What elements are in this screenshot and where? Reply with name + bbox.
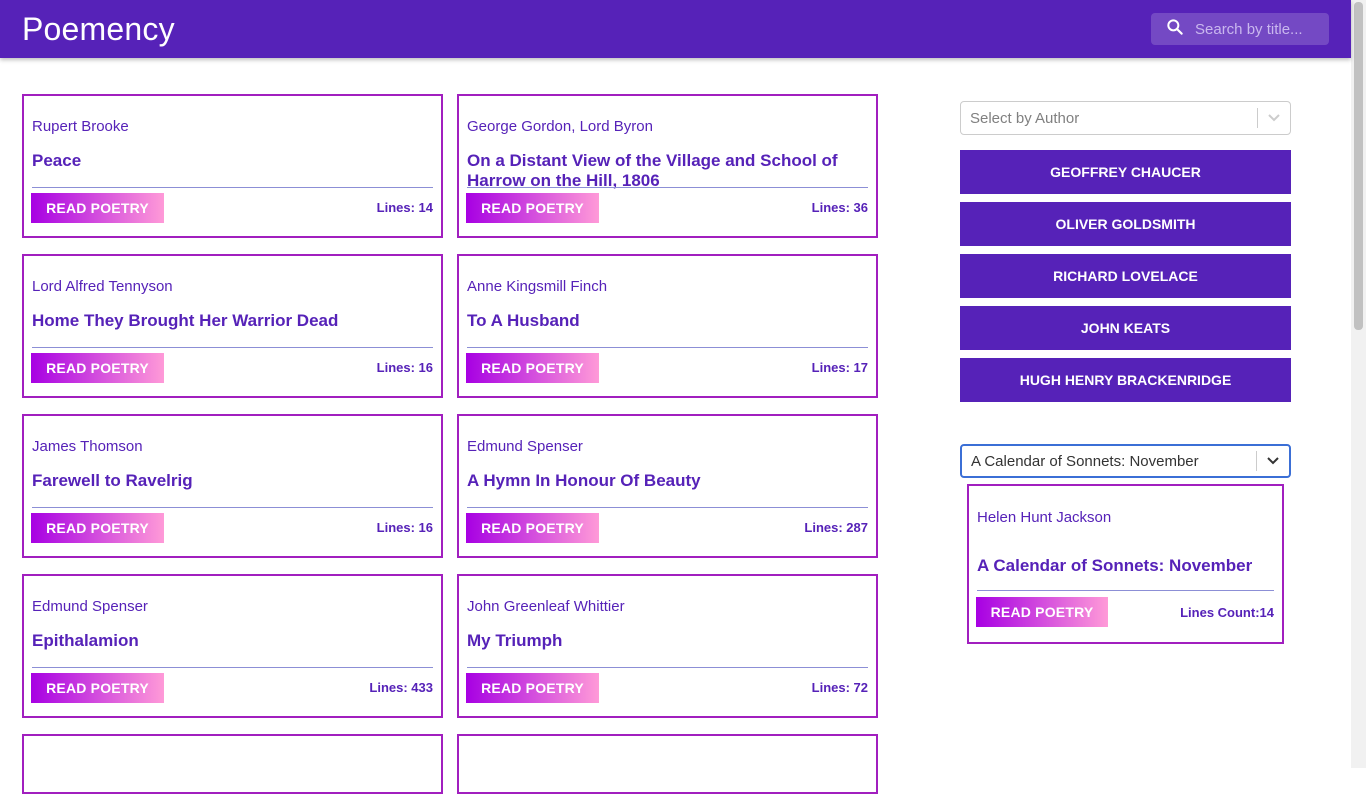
poem-card: Rupert Brooke Peace READ POETRY Lines: 1…: [22, 94, 443, 238]
poem-card: [22, 734, 443, 794]
poem-author: Edmund Spenser: [467, 438, 583, 455]
card-divider: [467, 187, 868, 188]
line-count: Lines Count:14: [1180, 605, 1274, 620]
author-button[interactable]: JOHN KEATS: [960, 306, 1291, 350]
scrollbar[interactable]: [1351, 0, 1366, 768]
read-poetry-button[interactable]: READ POETRY: [31, 353, 164, 383]
line-count: Lines: 287: [804, 520, 868, 535]
chevron-down-icon[interactable]: [1257, 456, 1289, 466]
card-divider: [977, 590, 1274, 591]
author-button[interactable]: RICHARD LOVELACE: [960, 254, 1291, 298]
poem-card: Anne Kingsmill Finch To A Husband READ P…: [457, 254, 878, 398]
line-count: Lines: 36: [811, 200, 868, 215]
card-divider: [32, 507, 433, 508]
poem-title: A Calendar of Sonnets: November: [977, 556, 1253, 575]
poem-select[interactable]: A Calendar of Sonnets: November: [960, 444, 1291, 478]
select-indicator: [1256, 446, 1289, 476]
poem-author: Lord Alfred Tennyson: [32, 278, 173, 295]
card-divider: [32, 347, 433, 348]
poem-card: George Gordon, Lord Byron On a Distant V…: [457, 94, 878, 238]
poem-card: Edmund Spenser Epithalamion READ POETRY …: [22, 574, 443, 718]
author-select-placeholder: Select by Author: [970, 109, 1080, 127]
line-count: Lines: 16: [376, 360, 433, 375]
poem-title: Epithalamion: [32, 631, 139, 650]
poem-card: [457, 734, 878, 794]
app-title: Poemency: [22, 10, 175, 47]
read-poetry-button[interactable]: READ POETRY: [466, 193, 599, 223]
line-count: Lines: 16: [376, 520, 433, 535]
card-divider: [467, 347, 868, 348]
search-input[interactable]: [1195, 20, 1325, 38]
featured-poem-card: Helen Hunt Jackson A Calendar of Sonnets…: [967, 484, 1284, 644]
poem-card: Lord Alfred Tennyson Home They Brought H…: [22, 254, 443, 398]
poem-card: John Greenleaf Whittier My Triumph READ …: [457, 574, 878, 718]
line-count: Lines: 17: [811, 360, 868, 375]
poem-author: John Greenleaf Whittier: [467, 598, 625, 615]
chevron-down-icon[interactable]: [1258, 113, 1290, 123]
read-poetry-button[interactable]: READ POETRY: [976, 597, 1108, 627]
read-poetry-button[interactable]: READ POETRY: [466, 513, 599, 543]
author-button[interactable]: GEOFFREY CHAUCER: [960, 150, 1291, 194]
scrollbar-thumb[interactable]: [1354, 2, 1363, 330]
poem-title: My Triumph: [467, 631, 563, 650]
card-divider: [467, 507, 868, 508]
line-count: Lines: 72: [811, 680, 868, 695]
read-poetry-button[interactable]: READ POETRY: [466, 673, 599, 703]
poem-title: To A Husband: [467, 311, 580, 330]
poem-title: Peace: [32, 151, 82, 170]
poem-select-value: A Calendar of Sonnets: November: [971, 452, 1199, 470]
line-count: Lines: 14: [376, 200, 433, 215]
poem-author: James Thomson: [32, 438, 143, 455]
poem-title: On a Distant View of the Village and Sch…: [467, 151, 838, 190]
poem-author: Anne Kingsmill Finch: [467, 278, 608, 295]
poem-author: George Gordon, Lord Byron: [467, 118, 653, 135]
search-box[interactable]: [1151, 13, 1329, 45]
poem-title: Home They Brought Her Warrior Dead: [32, 311, 339, 330]
sidebar: Select by Author GEOFFREY CHAUCER OLIVER…: [960, 101, 1291, 644]
poem-title: Farewell to Ravelrig: [32, 471, 193, 490]
line-count: Lines: 433: [369, 680, 433, 695]
app-bar: Poemency: [0, 0, 1351, 58]
poem-card: Edmund Spenser A Hymn In Honour Of Beaut…: [457, 414, 878, 558]
search-icon: [1165, 17, 1185, 42]
author-button[interactable]: OLIVER GOLDSMITH: [960, 202, 1291, 246]
card-divider: [32, 667, 433, 668]
author-select[interactable]: Select by Author: [960, 101, 1291, 135]
card-divider: [467, 667, 868, 668]
poem-author: Helen Hunt Jackson: [977, 509, 1112, 526]
read-poetry-button[interactable]: READ POETRY: [31, 513, 164, 543]
select-indicator: [1257, 102, 1290, 134]
poem-card: James Thomson Farewell to Ravelrig READ …: [22, 414, 443, 558]
poem-author: Edmund Spenser: [32, 598, 148, 615]
read-poetry-button[interactable]: READ POETRY: [31, 193, 164, 223]
author-button[interactable]: HUGH HENRY BRACKENRIDGE: [960, 358, 1291, 402]
poem-author: Rupert Brooke: [32, 118, 129, 135]
poem-title: A Hymn In Honour Of Beauty: [467, 471, 701, 490]
poem-grid: Rupert Brooke Peace READ POETRY Lines: 1…: [22, 94, 878, 794]
card-divider: [32, 187, 433, 188]
read-poetry-button[interactable]: READ POETRY: [466, 353, 599, 383]
read-poetry-button[interactable]: READ POETRY: [31, 673, 164, 703]
